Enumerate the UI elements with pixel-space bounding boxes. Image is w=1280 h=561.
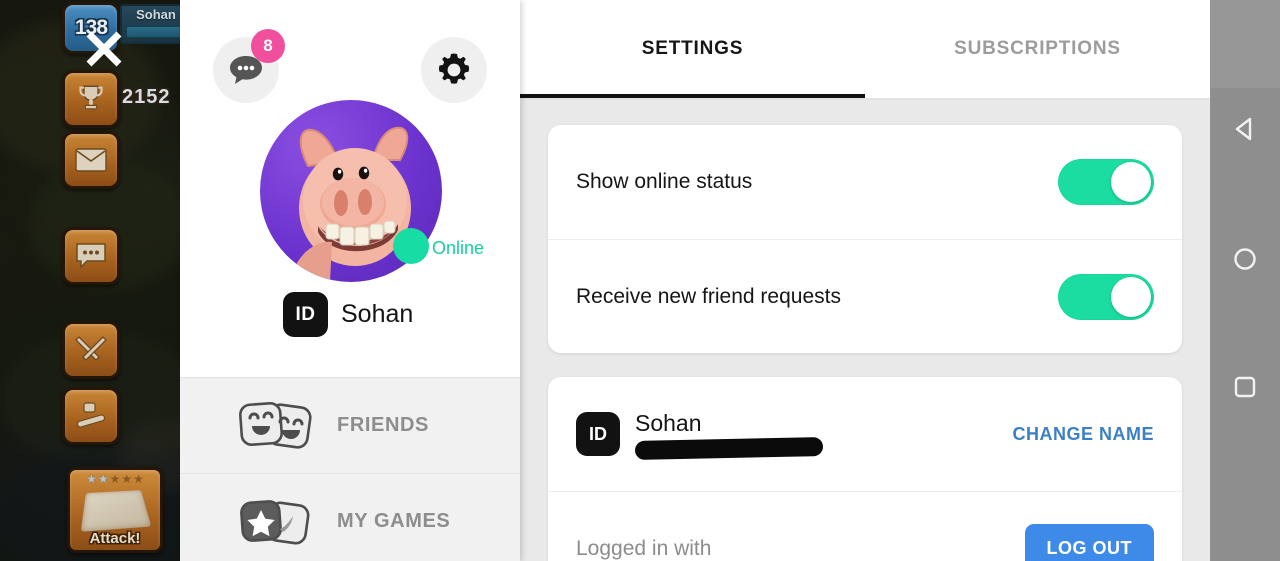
account-name-block: Sohan	[635, 410, 823, 458]
trophy-icon	[74, 82, 108, 116]
account-email-redaction	[635, 437, 823, 460]
xp-bar	[126, 26, 186, 38]
gear-icon	[434, 50, 474, 90]
back-triangle-icon	[1232, 116, 1258, 142]
recents-square-icon	[1232, 374, 1258, 400]
toggle-knob	[1111, 162, 1151, 202]
row-account-name: ID Sohan CHANGE NAME	[548, 377, 1182, 491]
navbar-top-strip	[1210, 0, 1280, 88]
app-screen: 138 Sohan 2152	[0, 0, 1280, 561]
privacy-settings-card: Show online status Receive new friend re…	[548, 125, 1182, 353]
supercell-id-chip: ID	[283, 292, 328, 337]
change-name-button[interactable]: CHANGE NAME	[1012, 424, 1154, 445]
logged-in-with-label: Logged in with	[576, 537, 711, 561]
home-circle-icon	[1232, 246, 1258, 272]
row-logged-in-with: Logged in with LOG OUT	[548, 491, 1182, 561]
builder-hammer-icon	[74, 400, 108, 432]
chat-button[interactable]	[62, 227, 120, 285]
tab-subscriptions[interactable]: SUBSCRIPTIONS	[865, 0, 1210, 98]
mail-button[interactable]	[62, 131, 120, 189]
account-card: ID Sohan CHANGE NAME Logged in with LOG …	[548, 377, 1182, 561]
trophy-count: 2152	[122, 86, 171, 109]
tab-settings[interactable]: SETTINGS	[520, 0, 865, 98]
row-show-online-status-label: Show online status	[576, 170, 752, 194]
mail-icon	[75, 148, 107, 172]
online-status-label: Online	[432, 238, 484, 259]
profile-header: 8	[180, 0, 520, 377]
attack-button-label: Attack!	[90, 530, 141, 547]
toggle-knob	[1111, 277, 1151, 317]
trophy-button[interactable]	[62, 70, 120, 128]
close-x-icon[interactable]	[82, 27, 126, 71]
profile-name: Sohan	[341, 300, 413, 329]
toggle-receive-friend-requests[interactable]	[1058, 274, 1154, 320]
sidebar-item-friends[interactable]: FRIENDS	[180, 378, 520, 474]
clan-war-button[interactable]	[62, 321, 120, 379]
chat-unread-badge: 8	[251, 29, 285, 63]
attack-stars: ★★★★★	[86, 473, 144, 485]
nav-recents-button[interactable]	[1210, 374, 1280, 400]
nav-home-button[interactable]	[1210, 246, 1280, 272]
game-hud: 138 Sohan 2152	[0, 0, 185, 561]
tab-bar: SETTINGS SUBSCRIPTIONS	[520, 0, 1210, 98]
sidebar-item-my-games[interactable]: MY GAMES	[180, 474, 520, 561]
profile-sidebar: 8	[180, 0, 520, 561]
android-navigation-bar	[1210, 0, 1280, 561]
attack-button[interactable]: ★★★★★ Attack!	[67, 467, 163, 553]
builder-button[interactable]	[62, 387, 120, 445]
toggle-show-online-status[interactable]	[1058, 159, 1154, 205]
chat-icon	[75, 242, 107, 270]
settings-content: Show online status Receive new friend re…	[520, 98, 1210, 561]
my-games-cards-icon	[235, 492, 315, 552]
row-show-online-status: Show online status	[548, 125, 1182, 239]
row-receive-friend-requests: Receive new friend requests	[548, 239, 1182, 353]
account-id-chip: ID	[576, 412, 620, 456]
attack-map-icon	[81, 490, 152, 532]
account-name: Sohan	[635, 410, 823, 437]
sidebar-item-friends-label: FRIENDS	[337, 414, 429, 437]
sidebar-item-my-games-label: MY GAMES	[337, 510, 450, 533]
online-status-dot	[393, 228, 429, 264]
friends-cards-icon	[235, 396, 315, 456]
nav-back-button[interactable]	[1210, 116, 1280, 142]
account-identity: ID Sohan	[576, 410, 823, 458]
row-receive-friend-requests-label: Receive new friend requests	[576, 285, 841, 309]
sidebar-menu: FRIENDS MY GAMES	[180, 377, 520, 561]
main-content: SETTINGS SUBSCRIPTIONS Show online statu…	[520, 0, 1210, 561]
crossed-swords-icon	[74, 333, 108, 367]
sidebar-settings-button[interactable]	[421, 37, 487, 103]
supercell-id-row[interactable]: ID Sohan	[283, 292, 413, 337]
sidebar-chat-button[interactable]: 8	[213, 37, 279, 103]
log-out-button[interactable]: LOG OUT	[1025, 524, 1155, 561]
